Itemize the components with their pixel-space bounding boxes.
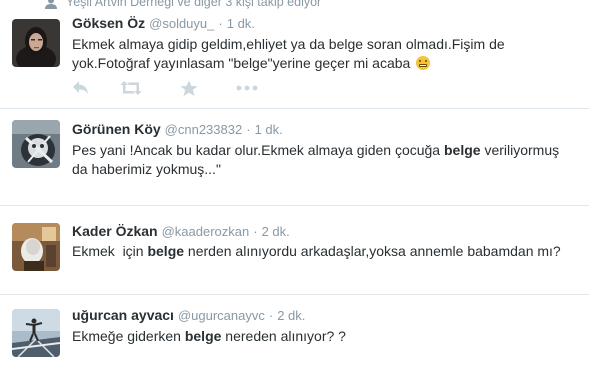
tweet-username[interactable]: @kaaderozkan	[162, 224, 250, 239]
tweet[interactable]: uğurcan ayvacı @ugurcanayvc · 2 dk. Ekmeğe …	[0, 295, 589, 378]
tweet-fullname[interactable]: Göksen Öz	[72, 15, 145, 31]
tweet-text: Pes yani !Ancak bu kadar olur.Ekmek alma…	[72, 141, 577, 179]
tweet-text: Ekmek almaya gidip geldim,ehliyet ya da …	[72, 35, 577, 73]
tweet-text-segment: nereden alınıyor? ?	[221, 328, 346, 344]
more-icon[interactable]	[236, 80, 258, 98]
tweet-username[interactable]: @ugurcanayvc	[178, 308, 265, 323]
tweet-header: uğurcan ayvacı @ugurcanayvc · 2 dk.	[72, 307, 305, 323]
tweet-fullname[interactable]: uğurcan ayvacı	[72, 307, 174, 323]
search-highlight: belge	[443, 142, 481, 158]
separator-dot: ·	[218, 16, 223, 31]
tweet-feed: Yeşil Artvin Derneği ve diğer 3 kişi tak…	[0, 0, 589, 378]
tweet-text-segment: Pes yani !Ancak bu kadar olur.Ekmek alma…	[72, 142, 444, 158]
tweet-text-segment: nerden alınıyordu arkadaşlar,yoksa annem…	[184, 243, 561, 259]
search-highlight: belge	[147, 243, 185, 259]
separator-dot: ·	[246, 122, 251, 137]
tweet-text-segment: Ekmek için	[72, 243, 148, 259]
tweet-timestamp[interactable]: 1 dk.	[255, 122, 283, 137]
search-highlight: belge	[184, 328, 222, 344]
tweet[interactable]: Göksen Öz @solduyu_ · 1 dk. Ekmek almaya gi…	[0, 0, 589, 108]
favorite-icon[interactable]	[180, 80, 202, 98]
tweet[interactable]: Kader Özkan @kaaderozkan · 2 dk. Ekmek için…	[0, 206, 589, 294]
avatar[interactable]	[12, 19, 60, 67]
tweet-timestamp[interactable]: 2 dk.	[262, 224, 290, 239]
retweet-icon[interactable]	[120, 80, 142, 98]
grimacing-face-icon	[416, 56, 431, 70]
avatar[interactable]	[12, 309, 60, 357]
avatar[interactable]	[12, 223, 60, 271]
tweet-fullname[interactable]: Görünen Köy	[72, 121, 161, 137]
tweet-timestamp[interactable]: 1 dk.	[227, 16, 255, 31]
tweet[interactable]: Görünen Köy @cnn233832 · 1 dk. Pes yani !An…	[0, 109, 589, 205]
tweet-text-segment: Ekmek almaya gidip geldim,ehliyet ya da …	[72, 36, 505, 71]
reply-icon[interactable]	[72, 80, 94, 98]
tweet-timestamp[interactable]: 2 dk.	[277, 308, 305, 323]
tweet-text: Ekmek için belge nerden alınıyordu arkad…	[72, 242, 577, 261]
tweet-username[interactable]: @solduyu_	[149, 16, 214, 31]
tweet-header: Kader Özkan @kaaderozkan · 2 dk.	[72, 223, 290, 239]
tweet-fullname[interactable]: Kader Özkan	[72, 223, 158, 239]
tweet-text: Ekmeğe giderken belge nereden alınıyor? …	[72, 327, 577, 346]
separator-dot: ·	[268, 308, 274, 323]
avatar[interactable]	[12, 120, 60, 168]
tweet-header: Göksen Öz @solduyu_ · 1 dk.	[72, 15, 255, 31]
tweet-header: Görünen Köy @cnn233832 · 1 dk.	[72, 121, 283, 137]
tweet-username[interactable]: @cnn233832	[165, 122, 243, 137]
tweet-text-segment: Ekmeğe giderken	[72, 328, 185, 344]
separator-dot: ·	[253, 224, 258, 239]
